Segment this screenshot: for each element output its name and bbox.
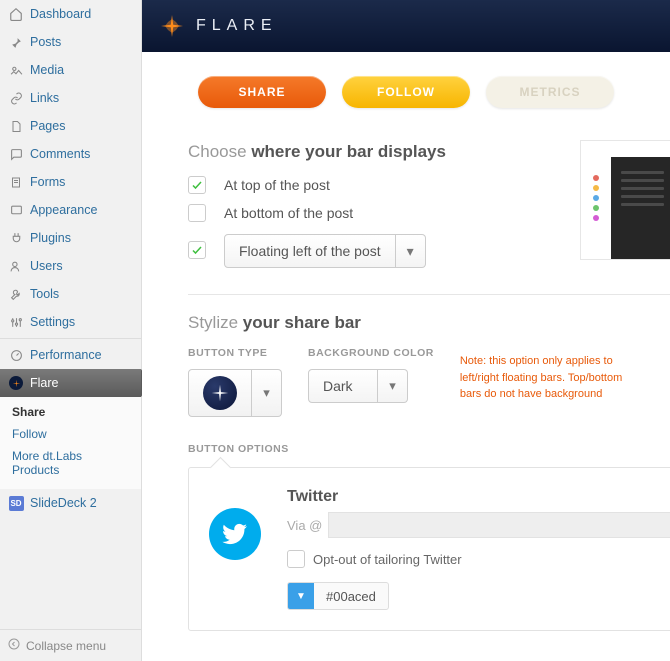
sidebar-item-label: Posts <box>30 35 61 49</box>
button-options-card: Twitter Via @ Opt-out of tailoring Twitt… <box>188 467 670 631</box>
background-color-select[interactable]: Dark ▾ <box>308 369 434 403</box>
performance-icon <box>8 347 24 363</box>
caret-down-icon: ▼ <box>288 583 314 609</box>
checkbox-bottom-label: At bottom of the post <box>224 205 353 221</box>
color-picker[interactable]: ▼ #00aced <box>287 582 389 610</box>
flare-badge-icon <box>203 376 237 410</box>
sidebar-item-label: Links <box>30 91 59 105</box>
submenu-item-more[interactable]: More dt.Labs Products <box>0 445 141 481</box>
home-icon <box>8 6 24 22</box>
tab-follow[interactable]: FOLLOW <box>342 76 470 108</box>
sidebar-item-label: Media <box>30 63 64 77</box>
plugin-icon <box>8 230 24 246</box>
sidebar-item-label: Plugins <box>30 231 71 245</box>
background-color-label: BACKGROUND COLOR <box>308 347 434 359</box>
optout-label: Opt-out of tailoring Twitter <box>313 552 462 567</box>
checkbox-top-label: At top of the post <box>224 177 330 193</box>
main-panel: FLARE SHARE FOLLOW METRICS Choose where … <box>142 0 670 661</box>
sidebar-item-tools[interactable]: Tools <box>0 280 141 308</box>
sidebar-item-label: Flare <box>30 376 58 390</box>
admin-sidebar: Dashboard Posts Media Links Pages Commen… <box>0 0 142 661</box>
sidebar-item-slidedeck[interactable]: SD SlideDeck 2 <box>0 489 141 517</box>
sidebar-item-links[interactable]: Links <box>0 84 141 112</box>
checkbox-bottom[interactable] <box>188 204 206 222</box>
floating-select-value: Floating left of the post <box>224 234 396 268</box>
users-icon <box>8 258 24 274</box>
via-input[interactable] <box>328 512 670 538</box>
appearance-icon <box>8 202 24 218</box>
plugin-title: FLARE <box>196 17 278 35</box>
sidebar-item-label: Comments <box>30 147 90 161</box>
plugin-header: FLARE <box>142 0 670 52</box>
doc-icon <box>8 174 24 190</box>
comment-icon <box>8 146 24 162</box>
submenu-item-share[interactable]: Share <box>0 401 141 423</box>
sidebar-item-label: Pages <box>30 119 65 133</box>
settings-icon <box>8 314 24 330</box>
collapse-icon <box>8 638 20 653</box>
sidebar-item-performance[interactable]: Performance <box>0 341 141 369</box>
sidebar-item-label: SlideDeck 2 <box>30 496 97 510</box>
flare-logo-icon <box>160 14 184 38</box>
sidebar-item-label: Forms <box>30 175 65 189</box>
flare-icon <box>8 375 24 391</box>
submenu-item-follow[interactable]: Follow <box>0 423 141 445</box>
preview-thumbnail <box>580 140 670 260</box>
button-options-label: BUTTON OPTIONS <box>188 443 670 455</box>
tab-metrics: METRICS <box>486 76 614 108</box>
service-title: Twitter <box>287 488 670 506</box>
checkbox-optout[interactable] <box>287 550 305 568</box>
sidebar-item-label: Settings <box>30 315 75 329</box>
sidebar-item-label: Dashboard <box>30 7 91 21</box>
link-icon <box>8 90 24 106</box>
tab-share[interactable]: SHARE <box>198 76 326 108</box>
floating-select[interactable]: Floating left of the post ▾ <box>224 234 426 268</box>
sidebar-item-dashboard[interactable]: Dashboard <box>0 0 141 28</box>
sidebar-item-appearance[interactable]: Appearance <box>0 196 141 224</box>
collapse-label: Collapse menu <box>26 639 106 653</box>
tabs: SHARE FOLLOW METRICS <box>142 52 670 124</box>
collapse-menu[interactable]: Collapse menu <box>0 629 141 661</box>
background-note: Note: this option only applies to left/r… <box>460 347 640 403</box>
sidebar-item-comments[interactable]: Comments <box>0 140 141 168</box>
sidebar-item-label: Appearance <box>30 203 97 217</box>
twitter-icon <box>209 508 261 560</box>
sidebar-item-label: Tools <box>30 287 59 301</box>
media-icon <box>8 62 24 78</box>
checkbox-floating[interactable] <box>188 241 206 259</box>
sidebar-item-flare[interactable]: Flare <box>0 369 141 397</box>
slidedeck-icon: SD <box>8 495 24 511</box>
checkbox-top[interactable] <box>188 176 206 194</box>
sidebar-item-forms[interactable]: Forms <box>0 168 141 196</box>
button-type-select[interactable]: ▾ <box>188 369 282 417</box>
background-color-value: Dark <box>308 369 378 403</box>
sidebar-item-plugins[interactable]: Plugins <box>0 224 141 252</box>
sidebar-item-media[interactable]: Media <box>0 56 141 84</box>
pin-icon <box>8 34 24 50</box>
sidebar-item-settings[interactable]: Settings <box>0 308 141 336</box>
color-value: #00aced <box>314 583 388 609</box>
section-title-stylize: Stylize your share bar <box>188 313 670 333</box>
sidebar-item-posts[interactable]: Posts <box>0 28 141 56</box>
via-label: Via @ <box>287 518 322 533</box>
page-icon <box>8 118 24 134</box>
sidebar-item-label: Users <box>30 259 63 273</box>
sidebar-item-label: Performance <box>30 348 102 362</box>
tools-icon <box>8 286 24 302</box>
chevron-down-icon[interactable]: ▾ <box>252 369 282 417</box>
chevron-down-icon[interactable]: ▾ <box>378 369 408 403</box>
chevron-down-icon[interactable]: ▾ <box>396 234 426 268</box>
sidebar-submenu: Share Follow More dt.Labs Products <box>0 397 141 489</box>
sidebar-item-users[interactable]: Users <box>0 252 141 280</box>
button-type-preview <box>188 369 252 417</box>
button-type-label: BUTTON TYPE <box>188 347 282 359</box>
sidebar-item-pages[interactable]: Pages <box>0 112 141 140</box>
